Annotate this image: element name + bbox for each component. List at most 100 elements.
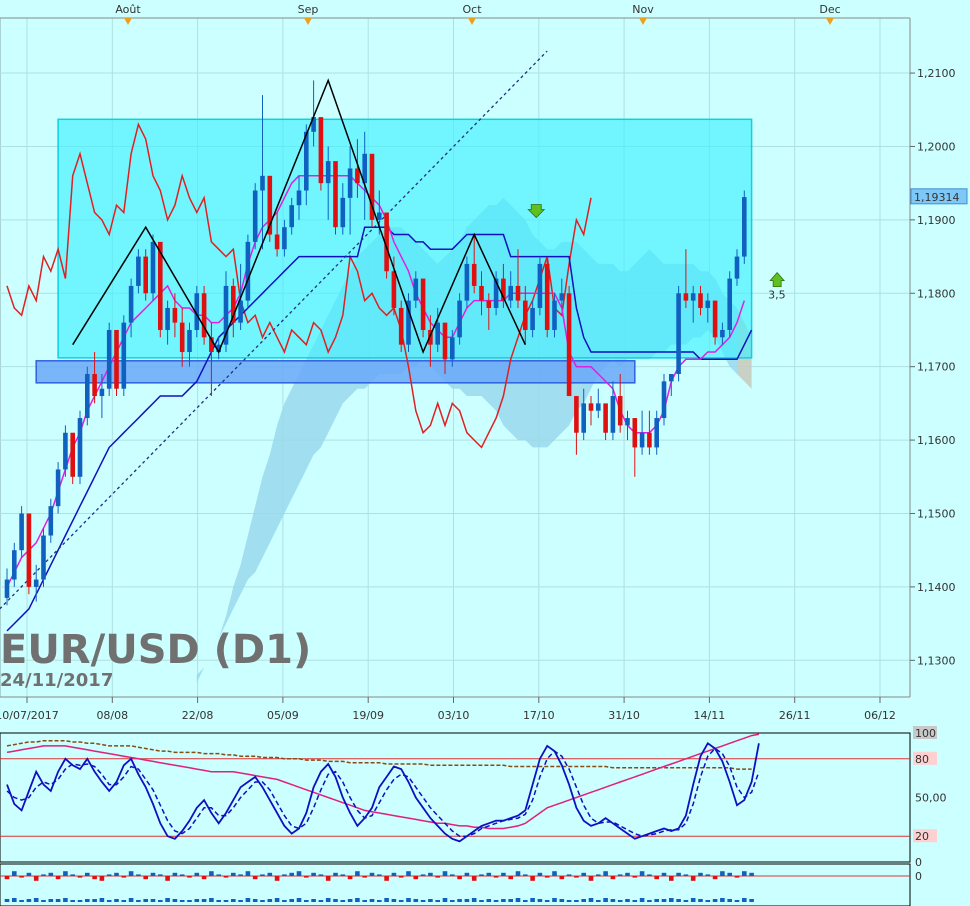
volume-bar [26, 899, 32, 902]
histogram-bar [690, 876, 696, 881]
volume-bar [486, 899, 492, 902]
candle-body [245, 241, 251, 301]
volume-bar [523, 900, 528, 902]
last-price-label: 1,19314 [914, 191, 960, 204]
histogram-bar [311, 872, 316, 876]
histogram-bar [179, 874, 185, 876]
x-tick-label: 17/10 [523, 709, 555, 722]
histogram-bar [398, 876, 404, 878]
histogram-bar [705, 874, 711, 876]
histogram-bar [369, 872, 375, 876]
x-tick-label: 06/12 [864, 709, 896, 722]
month-label: Oct [462, 3, 482, 16]
candle-body [705, 300, 711, 308]
candle-body [179, 322, 185, 352]
volume-bar [683, 900, 689, 902]
osc-tick-label: 0 [915, 856, 922, 869]
volume-bar [63, 898, 68, 902]
volume-bar [274, 898, 280, 902]
candle-body [698, 293, 703, 308]
x-tick-label: 10/07/2017 [0, 709, 59, 722]
histogram-bar [92, 876, 97, 880]
candle-body [238, 300, 243, 323]
volume-bar [574, 900, 579, 902]
volume-bar [676, 899, 681, 902]
candle-body [252, 190, 258, 242]
candle-body [172, 307, 178, 323]
histogram-bar [274, 876, 280, 881]
volume-bar [172, 899, 178, 902]
candle-body [413, 278, 419, 301]
candle-body [128, 285, 134, 323]
histogram-bar [442, 871, 448, 876]
histogram-bar [457, 876, 462, 880]
candle-body [289, 205, 294, 228]
histogram-bar [347, 876, 353, 880]
candle-body [340, 197, 346, 228]
histogram-bar [223, 876, 229, 878]
candle-body [77, 418, 83, 477]
histogram-bar [121, 876, 127, 878]
volume-bar [223, 900, 229, 902]
candle-body [639, 432, 645, 448]
histogram-bar [639, 871, 645, 876]
histogram-bar [625, 872, 630, 876]
histogram-bar [676, 872, 681, 876]
histogram-bar [77, 876, 83, 878]
histogram-bar [289, 872, 294, 876]
candle-body [318, 117, 324, 184]
x-tick-label: 31/10 [608, 709, 640, 722]
candle-body [610, 396, 616, 433]
histogram-bar [231, 872, 236, 876]
volume-bar [187, 900, 192, 902]
candle-body [48, 506, 54, 536]
oscillator-panel [0, 732, 911, 863]
volume-bar [647, 900, 652, 902]
histogram-bar [428, 872, 433, 876]
candle-body [85, 374, 90, 419]
histogram-bar [99, 876, 105, 881]
x-tick-label: 26/11 [779, 709, 811, 722]
histogram-bar [742, 871, 747, 876]
histogram-bar [12, 871, 17, 876]
histogram-bar [493, 876, 499, 878]
candle-body [574, 396, 579, 433]
volume-bar [406, 898, 411, 902]
volume-bar [669, 898, 674, 902]
histogram-bar [296, 871, 302, 876]
candle-body [450, 337, 455, 360]
candle-body [632, 418, 638, 448]
candle-body [720, 329, 725, 338]
histogram-bar [158, 874, 163, 876]
volume-bar [143, 899, 148, 902]
histogram-bar [566, 874, 572, 876]
histogram-bar [734, 876, 740, 878]
histogram-bar [70, 874, 75, 876]
volume-bar [559, 899, 565, 902]
histogram-bar [106, 874, 112, 876]
candle-body [471, 263, 477, 286]
y-tick-label: 1,1900 [917, 214, 956, 227]
candle-body [457, 300, 462, 338]
volume-bar [508, 899, 513, 902]
volume-bar [252, 899, 258, 902]
candle-body [479, 285, 484, 301]
histogram-bar [749, 872, 754, 876]
volume-bar [296, 898, 302, 902]
volume-bar [391, 899, 397, 902]
volume-bar [260, 900, 265, 902]
volume-bar [471, 898, 477, 902]
histogram-bar [406, 871, 411, 876]
candle-body [625, 418, 630, 426]
volume-bar [639, 898, 645, 902]
candle-body [12, 550, 17, 580]
volume-bar [749, 899, 754, 902]
histogram-bar [588, 876, 594, 881]
y-tick-label: 1,1600 [917, 434, 956, 447]
volume-bar [727, 899, 732, 902]
volume-bar [99, 898, 105, 902]
histogram-bar [669, 876, 674, 881]
histogram-bar [698, 872, 703, 876]
candle-body [26, 513, 32, 587]
histogram-bar [362, 876, 367, 878]
